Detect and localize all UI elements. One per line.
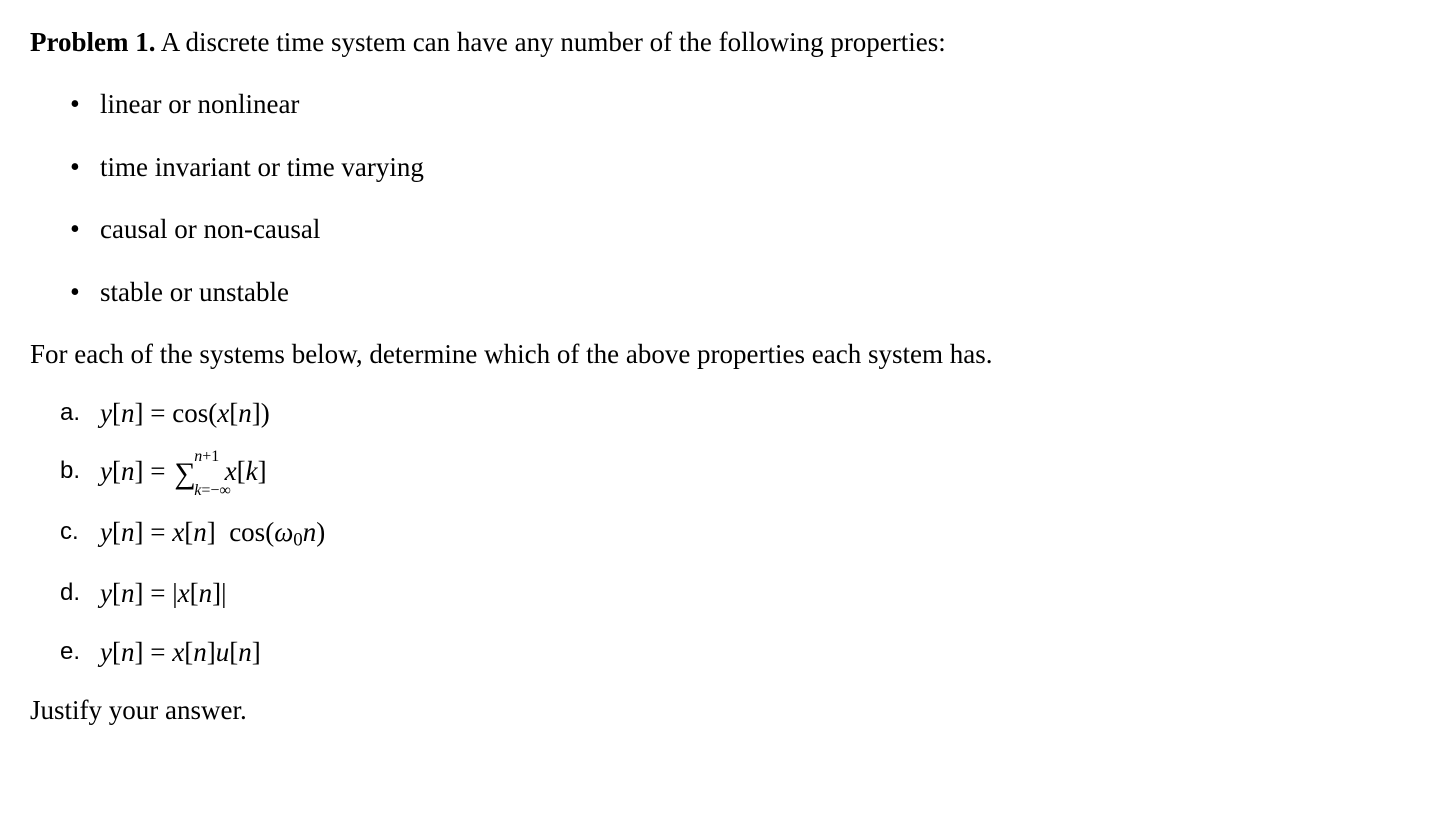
eq-index: n — [238, 637, 252, 667]
eq-var: x — [172, 637, 184, 667]
problem-header: Problem 1. A discrete time system can ha… — [30, 24, 1400, 60]
eq-index: n — [121, 456, 135, 486]
eq-var: u — [216, 637, 230, 667]
problem-intro: A discrete time system can have any numb… — [161, 27, 946, 57]
eq-index: n — [121, 637, 135, 667]
item-label: b. — [60, 453, 80, 489]
eq-var: y — [100, 637, 112, 667]
eq-index: n — [193, 637, 207, 667]
eq-index: n — [193, 517, 207, 547]
systems-list: a. y[n] = cos(x[n]) b. y[n] = n+1 ∑ k=−∞… — [30, 395, 1400, 671]
problem-label: Problem 1. — [30, 27, 155, 57]
eq-func: cos — [229, 517, 265, 547]
eq-var: y — [100, 398, 112, 428]
property-list: linear or nonlinear time invariant or ti… — [30, 86, 1400, 310]
eq-text: +1 — [202, 448, 219, 465]
list-item: linear or nonlinear — [30, 86, 1400, 122]
equation-c: y[n] = x[n] cos(ω0n) — [100, 517, 325, 547]
equation-b: y[n] = n+1 ∑ k=−∞ x[k] — [100, 456, 267, 486]
eq-var: y — [100, 517, 112, 547]
sum-upper: n+1 — [194, 446, 219, 468]
equation-e: y[n] = x[n]u[n] — [100, 637, 261, 667]
equation-a: y[n] = cos(x[n]) — [100, 398, 270, 428]
item-label: a. — [60, 395, 80, 431]
eq-index: n — [121, 398, 135, 428]
sum-lower: k=−∞ — [194, 480, 231, 502]
eq-index: n — [238, 398, 252, 428]
eq-index: n — [121, 578, 135, 608]
sigma-symbol: ∑ — [174, 459, 195, 489]
eq-var: x — [178, 578, 190, 608]
summation: n+1 ∑ k=−∞ — [174, 456, 195, 492]
justify-text: Justify your answer. — [30, 692, 1400, 728]
instruction-text: For each of the systems below, determine… — [30, 336, 1400, 372]
system-item-d: d. y[n] = |x[n]| — [30, 575, 1400, 611]
list-item: causal or non-causal — [30, 211, 1400, 247]
eq-var: x — [172, 517, 184, 547]
eq-index: n — [199, 578, 213, 608]
system-item-c: c. y[n] = x[n] cos(ω0n) — [30, 514, 1400, 553]
system-item-a: a. y[n] = cos(x[n]) — [30, 395, 1400, 431]
eq-index: n — [121, 517, 135, 547]
eq-var: y — [100, 578, 112, 608]
item-label: c. — [60, 514, 79, 550]
item-label: e. — [60, 634, 80, 670]
eq-var: x — [217, 398, 229, 428]
item-label: d. — [60, 575, 80, 611]
eq-text: =−∞ — [201, 482, 230, 499]
eq-func: cos — [172, 398, 208, 428]
eq-sub: 0 — [293, 530, 302, 551]
eq-var: y — [100, 456, 112, 486]
eq-var: n — [303, 517, 317, 547]
eq-index: k — [246, 456, 258, 486]
document-page: Problem 1. A discrete time system can ha… — [0, 0, 1430, 753]
eq-var: ω — [274, 517, 293, 547]
list-item: stable or unstable — [30, 274, 1400, 310]
list-item: time invariant or time varying — [30, 149, 1400, 185]
equation-d: y[n] = |x[n]| — [100, 578, 227, 608]
system-item-e: e. y[n] = x[n]u[n] — [30, 634, 1400, 670]
system-item-b: b. y[n] = n+1 ∑ k=−∞ x[k] — [30, 453, 1400, 492]
